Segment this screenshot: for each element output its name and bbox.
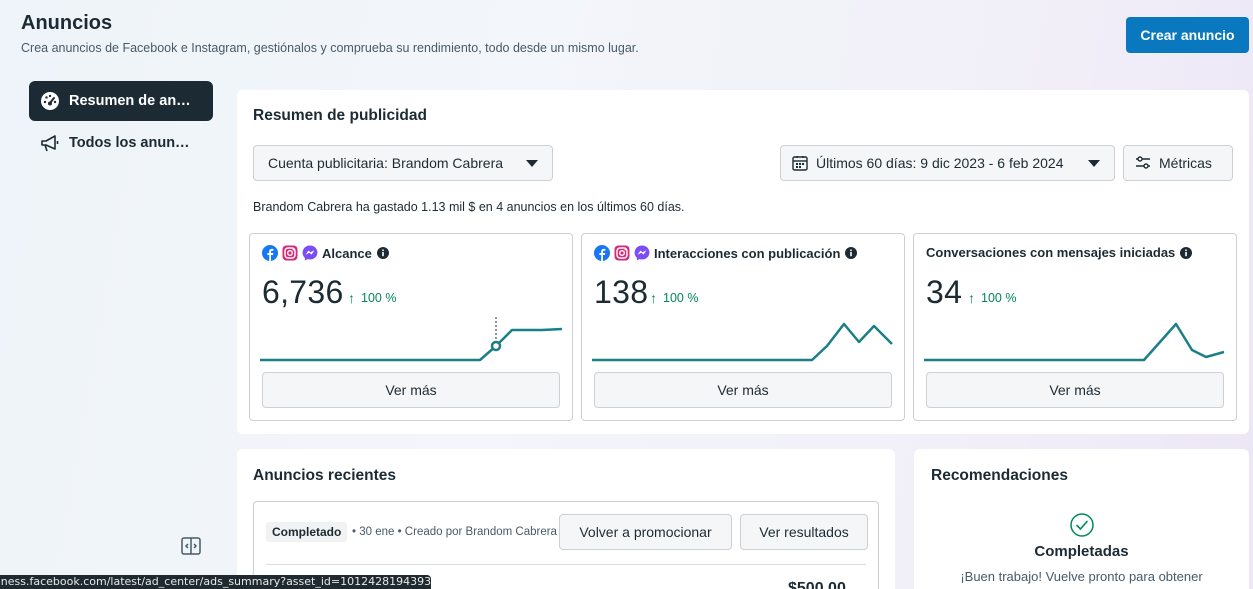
metrics-label: Métricas — [1159, 155, 1212, 171]
caret-down-icon — [526, 159, 538, 167]
sliders-icon — [1136, 156, 1150, 169]
info-icon[interactable] — [845, 247, 858, 259]
collapse-sidebar-icon[interactable] — [181, 537, 201, 555]
metric-card-engagement: Interacciones con publicación 138 ↑ 100 … — [581, 233, 905, 421]
date-range-dropdown[interactable]: Últimos 60 días: 9 dic 2023 - 6 feb 2024 — [780, 145, 1115, 181]
metric-value: 34 — [926, 274, 963, 310]
promote-again-button[interactable]: Volver a promocionar — [559, 514, 732, 550]
metric-value: 138 — [594, 274, 649, 310]
metric-title: Alcance — [322, 245, 372, 261]
recent-ads-card: Anuncios recientes Completado • 30 ene •… — [237, 449, 895, 589]
recent-ads-title: Anuncios recientes — [253, 467, 396, 484]
facebook-icon — [262, 245, 278, 261]
metric-card-conversations: Conversaciones con mensajes iniciadas 34… — [913, 233, 1237, 421]
metric-change-value: 100 % — [663, 291, 699, 305]
caret-down-icon — [1088, 159, 1100, 167]
recommendations-status-title: Completadas — [1034, 543, 1129, 560]
ad-spend-value: $500.00 — [788, 580, 846, 589]
page-title: Anuncios — [21, 12, 113, 34]
ad-meta: • 30 ene • Creado por Brandom Cabrera — [352, 526, 557, 538]
date-range-label: Últimos 60 días: 9 dic 2023 - 6 feb 2024 — [816, 155, 1064, 171]
sidebar: Resumen de an… Todos los anun… — [29, 81, 213, 163]
browser-status-url: siness.facebook.com/latest/ad_center/ads… — [0, 575, 431, 589]
facebook-icon — [594, 245, 610, 261]
summary-title: Resumen de publicidad — [253, 107, 427, 124]
metric-value: 6,736 — [262, 274, 344, 310]
ads-summary-card: Resumen de publicidad Cuenta publicitari… — [237, 90, 1249, 434]
calendar-icon — [792, 156, 808, 171]
page-header: Anuncios Crea anuncios de Facebook e Ins… — [21, 12, 639, 55]
sidebar-item-all-ads[interactable]: Todos los anun… — [29, 123, 213, 163]
metric-title: Conversaciones con mensajes iniciadas — [926, 245, 1176, 260]
arrow-up-icon: ↑ — [650, 290, 657, 306]
dashboard-gauge-icon — [39, 90, 61, 112]
engagement-sparkline — [592, 322, 893, 362]
instagram-icon — [614, 245, 630, 261]
arrow-up-icon: ↑ — [348, 290, 355, 306]
status-badge: Completado — [266, 522, 348, 542]
arrow-up-icon: ↑ — [968, 290, 975, 306]
sidebar-item-label: Todos los anun… — [69, 135, 190, 151]
see-more-button[interactable]: Ver más — [926, 372, 1224, 408]
check-circle-icon — [1070, 513, 1094, 537]
messenger-icon — [634, 245, 650, 261]
metric-change: ↑ 100 % — [348, 290, 396, 306]
see-more-button[interactable]: Ver más — [262, 372, 560, 408]
divider — [266, 564, 866, 565]
conversations-sparkline — [924, 322, 1225, 362]
page-subtitle: Crea anuncios de Facebook e Instagram, g… — [21, 41, 639, 55]
ad-account-dropdown-label: Cuenta publicitaria: Brandom Cabrera — [268, 155, 504, 171]
see-more-button[interactable]: Ver más — [594, 372, 892, 408]
ad-account-dropdown[interactable]: Cuenta publicitaria: Brandom Cabrera — [253, 145, 553, 181]
metric-title: Interacciones con publicación — [654, 245, 841, 261]
create-ad-button[interactable]: Crear anuncio — [1126, 17, 1249, 53]
sidebar-item-summary[interactable]: Resumen de an… — [29, 81, 213, 121]
metric-change-value: 100 % — [981, 291, 1017, 305]
metric-card-reach: Alcance 6,736 ↑ 100 % Ver más — [249, 233, 573, 421]
metrics-button[interactable]: Métricas — [1123, 145, 1233, 181]
megaphone-icon — [39, 132, 61, 154]
view-results-button[interactable]: Ver resultados — [740, 514, 868, 550]
reach-sparkline — [260, 317, 562, 362]
recommendations-card: Recomendaciones Completadas ¡Buen trabaj… — [914, 449, 1249, 589]
info-icon[interactable] — [1180, 246, 1193, 259]
metric-change: ↑ 100 % — [968, 290, 1016, 306]
info-icon[interactable] — [376, 247, 389, 259]
instagram-icon — [282, 245, 298, 261]
spend-summary-text: Brandom Cabrera ha gastado 1.13 mil $ en… — [253, 200, 685, 214]
messenger-icon — [302, 245, 318, 261]
recommendations-title: Recomendaciones — [931, 467, 1068, 484]
recommendations-status-text: ¡Buen trabajo! Vuelve pronto para obtene… — [960, 569, 1203, 584]
metric-change: ↑ 100 % — [650, 290, 698, 306]
metric-change-value: 100 % — [361, 291, 397, 305]
sidebar-item-label: Resumen de an… — [69, 93, 191, 109]
